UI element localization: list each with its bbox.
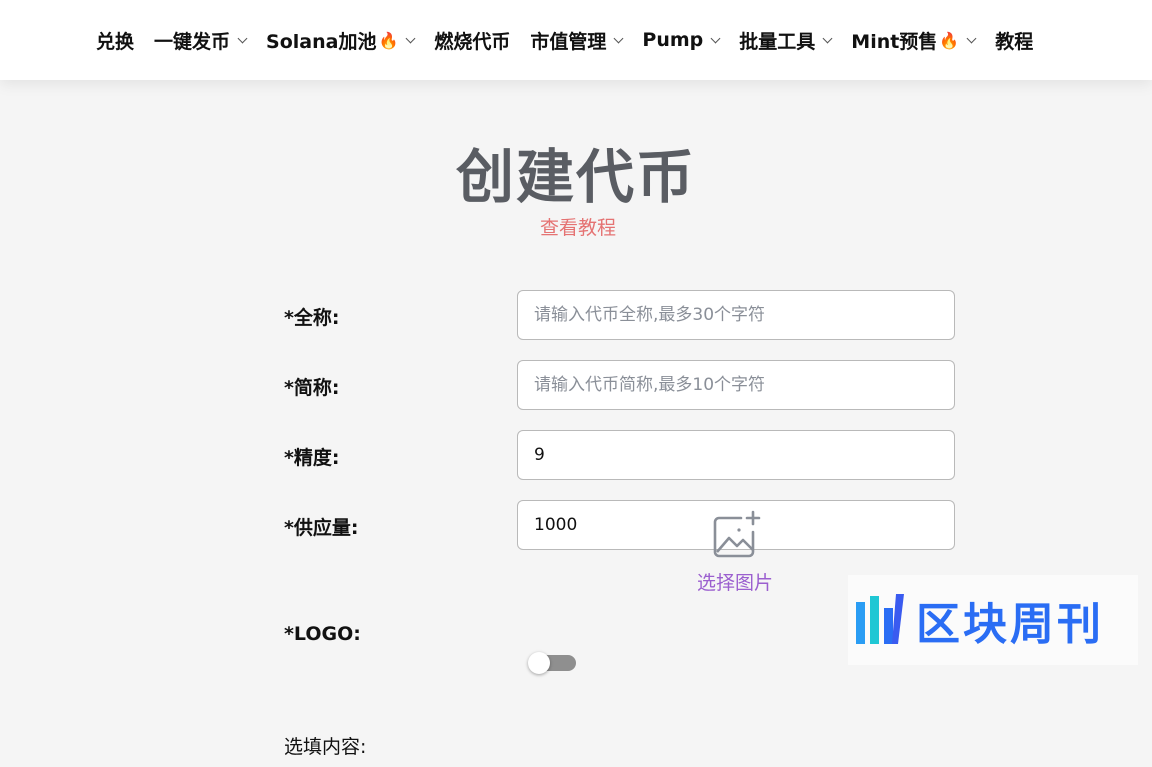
nav-item-5[interactable]: Pump (642, 29, 721, 51)
chevron-down-icon (822, 33, 833, 43)
toggle-knob (528, 652, 550, 674)
nav-item-1[interactable]: 一键发币 (154, 27, 248, 54)
upload-label: 选择图片 (696, 572, 773, 594)
optional-content-label: 选填内容: (284, 736, 367, 758)
symbol-label: *简称: (284, 377, 340, 399)
full-name-label: *全称: (284, 307, 340, 329)
nav-item-7[interactable]: Mint预售 🔥 (851, 27, 977, 54)
top-navbar: 兑换 一键发币 Solana加池 🔥 燃烧代币 市值管理 Pump 批量工具 Mint预售 🔥 教程 (0, 0, 1152, 80)
tutorial-link[interactable]: 查看教程 (540, 213, 616, 240)
chevron-down-icon (613, 33, 624, 43)
optional-content-toggle[interactable] (528, 652, 576, 674)
nav-item-6[interactable]: 批量工具 (739, 27, 833, 54)
chevron-down-icon (966, 33, 977, 43)
decimals-input[interactable] (517, 430, 955, 480)
page: 兑换 一键发币 Solana加池 🔥 燃烧代币 市值管理 Pump 批量工具 Mint预售 🔥 教程… (0, 0, 1152, 767)
watermark-logo-icon (856, 594, 904, 644)
nav-item-label: 一键发币 (154, 30, 231, 53)
chevron-down-icon (405, 33, 416, 43)
nav-item-label: 批量工具 (739, 30, 816, 53)
chevron-down-icon (237, 33, 248, 43)
nav-item-label: 市值管理 (530, 30, 607, 53)
logo-upload-button[interactable]: 选择图片 (690, 510, 780, 600)
supply-label: *供应量: (284, 517, 359, 539)
nav-item-label: Pump (642, 29, 704, 51)
fire-icon: 🔥 (378, 30, 399, 50)
nav-item-label: Solana加池 (266, 30, 377, 53)
nav-item-label: 教程 (995, 30, 1034, 53)
watermark: 区块周刊 (848, 575, 1138, 665)
nav-item-8[interactable]: 教程 (995, 27, 1033, 54)
symbol-input[interactable] (517, 360, 955, 410)
nav-item-3[interactable]: 燃烧代币 (434, 27, 510, 54)
full-name-input[interactable] (517, 290, 955, 340)
nav-item-label: Mint预售 (851, 30, 938, 53)
nav-item-label: 兑换 (96, 30, 135, 53)
nav-item-label: 燃烧代币 (434, 30, 511, 53)
nav-item-0[interactable]: 兑换 (96, 27, 134, 54)
logo-label: *LOGO: (284, 623, 361, 645)
decimals-label: *精度: (284, 447, 340, 469)
nav-item-2[interactable]: Solana加池 🔥 (266, 27, 416, 54)
chevron-down-icon (710, 33, 721, 43)
watermark-text: 区块周刊 (916, 599, 1104, 650)
nav-item-4[interactable]: 市值管理 (530, 27, 624, 54)
fire-icon: 🔥 (939, 30, 960, 50)
image-add-icon (713, 510, 761, 558)
page-title: 创建代币 (455, 143, 696, 211)
